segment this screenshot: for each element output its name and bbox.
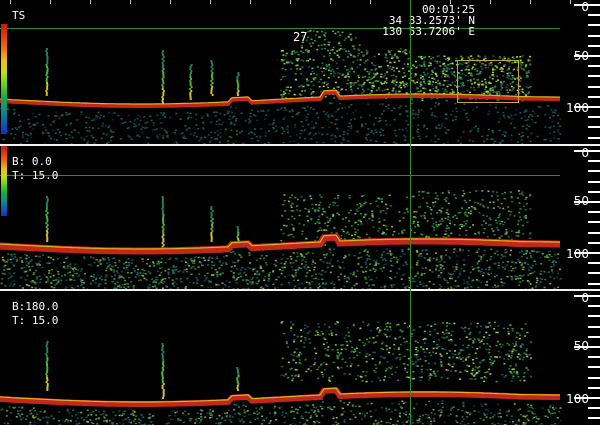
depth-label-100: 100 — [565, 247, 590, 261]
depth-label-0: 0 — [580, 146, 590, 160]
ts-color-scale-bar — [1, 24, 7, 134]
b0-echogram-panel[interactable]: B: 0.0 T: 15.0 0 50 100 — [0, 146, 600, 289]
panel-label-bearing: B: 0.0 — [12, 155, 52, 168]
b0-depth-scale: 0 50 100 — [560, 146, 600, 289]
grid-line-upper — [0, 28, 560, 29]
depth-label-0: 0 — [580, 291, 590, 305]
school-selection-box[interactable] — [457, 60, 519, 103]
echogram-display: TS 00:01:25 34 33.2573' N 130 53.7206' E… — [0, 0, 600, 425]
b180-echogram-image — [0, 321, 562, 425]
ts-echogram-panel[interactable]: TS 00:01:25 34 33.2573' N 130 53.7206' E… — [0, 0, 600, 144]
panel-label-bearing: B:180.0 — [12, 300, 59, 313]
panel-label-ts: TS — [12, 9, 26, 22]
depth-label-100: 100 — [565, 392, 590, 406]
b180-depth-scale: 0 50 100 — [560, 291, 600, 425]
panel-label-tilt: T: 15.0 — [12, 169, 59, 182]
b0-color-scale-bar — [1, 146, 7, 216]
b0-echogram-image — [0, 190, 562, 289]
depth-label-100: 100 — [565, 101, 590, 115]
ts-depth-scale: 0 50 100 — [560, 0, 600, 144]
b180-echogram-panel[interactable]: B:180.0 T: 15.0 0 50 100 — [0, 291, 600, 425]
depth-label-0: 0 — [580, 0, 590, 14]
grid-line-middle — [0, 175, 560, 176]
panel-label-tilt: T: 15.0 — [12, 314, 59, 327]
mark-number: 27 — [293, 30, 308, 44]
longitude-readout: 130 53.7206' E — [382, 25, 475, 38]
time-cursor-line[interactable] — [410, 0, 411, 425]
